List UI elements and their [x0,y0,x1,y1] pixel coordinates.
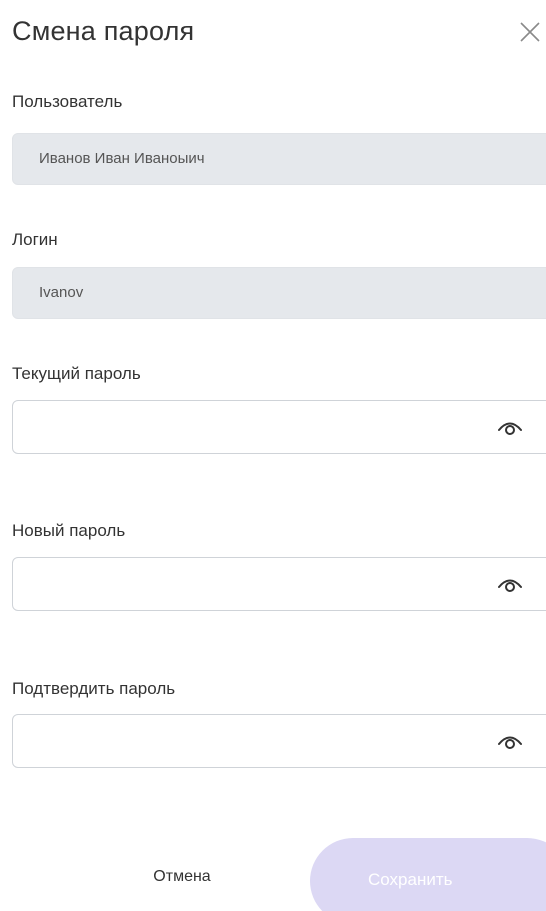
current-password-label: Текущий пароль [12,364,141,383]
eye-icon[interactable] [497,574,523,594]
confirm-password-input[interactable] [12,714,546,768]
login-label: Логин [12,230,58,249]
confirm-password-label: Подтвердить пароль [12,679,176,698]
change-password-dialog: Смена пароля Пользователь Иванов Иван Ив… [0,0,546,911]
login-value: Ivanov [39,284,84,301]
login-field: Ivanov [12,267,546,319]
dialog-title: Смена пароля [12,16,195,46]
eye-icon[interactable] [497,731,523,751]
cancel-button[interactable]: Отмена [132,868,232,886]
new-password-label: Новый пароль [12,521,126,540]
current-password-input[interactable] [12,400,546,454]
eye-icon[interactable] [497,417,523,437]
new-password-input[interactable] [12,557,546,611]
close-icon[interactable] [518,20,542,44]
user-field: Иванов Иван Иваноыич [12,133,546,185]
save-button[interactable]: Сохранить [310,838,546,911]
save-button-label: Сохранить [368,870,453,889]
user-value: Иванов Иван Иваноыич [39,150,205,167]
user-label: Пользователь [12,92,123,111]
